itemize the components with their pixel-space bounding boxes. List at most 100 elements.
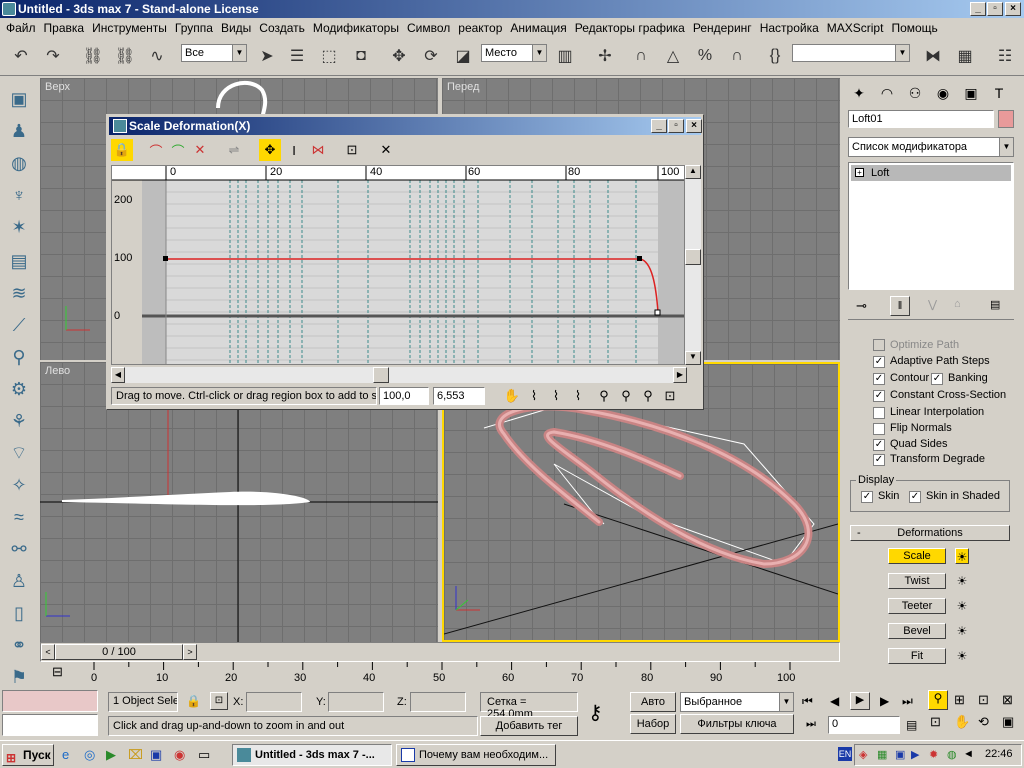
- play-icon[interactable]: ▶: [850, 692, 870, 710]
- taskbar-item-3dsmax[interactable]: Untitled - 3ds max 7 -...: [232, 744, 392, 766]
- zoom-region-icon[interactable]: ⊡: [659, 385, 681, 407]
- rotate-icon[interactable]: ⟳: [418, 43, 444, 69]
- display-x-axis-icon[interactable]: ⌒: [145, 139, 167, 161]
- zoom-vertical-icon[interactable]: ⚲: [615, 385, 637, 407]
- linear-interpolation-checkbox[interactable]: [873, 407, 885, 419]
- folder-icon[interactable]: ⌧: [128, 747, 143, 763]
- scroll-down-icon[interactable]: ▼: [685, 351, 701, 365]
- close-button[interactable]: ×: [1005, 2, 1021, 16]
- select-by-name-icon[interactable]: ☰: [284, 43, 310, 69]
- delete-control-point-icon[interactable]: ⊡: [341, 139, 363, 161]
- unlink-icon[interactable]: ⛓: [112, 43, 138, 69]
- spring-icon[interactable]: ≋: [6, 280, 32, 306]
- previous-frame-icon[interactable]: <: [41, 644, 55, 660]
- zoom-icon[interactable]: ⚲: [637, 385, 659, 407]
- deform-mesh-icon[interactable]: ✶: [6, 214, 32, 240]
- twist-deform-button[interactable]: Twist: [888, 573, 946, 589]
- menu-animation[interactable]: Анимация: [506, 21, 570, 35]
- wind-icon[interactable]: ⚘: [6, 408, 32, 434]
- set-key-icon[interactable]: ⚷: [588, 700, 603, 725]
- water-icon[interactable]: ≈: [6, 504, 32, 530]
- menu-graph-editors[interactable]: Редакторы графика: [571, 21, 689, 35]
- bevel-deform-button[interactable]: Bevel: [888, 623, 946, 639]
- point-y-field[interactable]: 6,553: [433, 387, 485, 405]
- zoom-horizontal-extents-icon[interactable]: ⌇: [545, 385, 567, 407]
- contour-checkbox[interactable]: ✓: [873, 373, 885, 385]
- add-time-tag-button[interactable]: Добавить тег: [480, 716, 578, 736]
- volume-icon[interactable]: ◄: [963, 748, 974, 760]
- maxscript-output-mini[interactable]: [2, 714, 98, 736]
- zoom-all-icon[interactable]: ⊞: [954, 692, 965, 708]
- zoom-extents-icon[interactable]: ⌇: [523, 385, 545, 407]
- arc-rotate-icon[interactable]: ⟲: [978, 714, 989, 730]
- named-selection-dropdown[interactable]: ▼: [792, 44, 910, 62]
- ragdoll-icon[interactable]: ♙: [6, 568, 32, 594]
- set-key-button[interactable]: Набор: [630, 714, 676, 734]
- quad-sides-checkbox[interactable]: ✓: [873, 439, 885, 451]
- link-icon[interactable]: ⛓: [80, 43, 106, 69]
- media-tray-icon[interactable]: ▶: [911, 748, 919, 761]
- menu-modifiers[interactable]: Модификаторы: [309, 21, 403, 35]
- display-xy-axes-icon[interactable]: ✕: [189, 139, 211, 161]
- motion-tab-icon[interactable]: ◉: [930, 80, 956, 106]
- menu-tools[interactable]: Инструменты: [88, 21, 171, 35]
- vertical-scrollbar[interactable]: ▲ ▼: [685, 165, 701, 365]
- transform-degrade-checkbox[interactable]: ✓: [873, 454, 885, 466]
- next-frame-icon[interactable]: >: [183, 644, 197, 660]
- network-icon[interactable]: ▦: [877, 748, 887, 761]
- previous-key-icon[interactable]: ◀: [830, 694, 839, 708]
- zoom-icon[interactable]: ⚲: [928, 690, 948, 710]
- outlook-icon[interactable]: ◎: [84, 747, 95, 763]
- scale-icon[interactable]: ◪: [450, 43, 476, 69]
- pan-hand-icon[interactable]: ✋: [954, 714, 970, 730]
- fit-deform-button[interactable]: Fit: [888, 648, 946, 664]
- banking-checkbox[interactable]: ✓: [931, 373, 943, 385]
- scale-control-point-icon[interactable]: I: [283, 139, 305, 161]
- menu-file[interactable]: Файл: [2, 21, 40, 35]
- go-to-end-icon[interactable]: ⏭: [902, 694, 913, 709]
- dashpot-icon[interactable]: ⟋: [6, 312, 32, 338]
- key-mode-icon[interactable]: ⏭: [806, 718, 816, 731]
- antivirus-icon[interactable]: ◈: [859, 748, 867, 761]
- time-configuration-icon[interactable]: ▤: [906, 718, 917, 732]
- layer-manager-icon[interactable]: ☷: [992, 43, 1018, 69]
- z-coord-field[interactable]: [410, 692, 466, 712]
- lock-selection-icon[interactable]: 🔒: [186, 694, 201, 708]
- maximize-viewport-icon[interactable]: ▣: [1002, 714, 1014, 730]
- maxscript-listener-mini[interactable]: [2, 690, 98, 712]
- media-player-icon[interactable]: ▶: [106, 747, 116, 763]
- show-end-result-icon[interactable]: ‖: [890, 296, 910, 316]
- rigid-body-icon[interactable]: ▣: [6, 86, 32, 112]
- time-slider[interactable]: < 0 / 100 >: [40, 642, 840, 662]
- lightbulb-icon[interactable]: ☀: [955, 598, 969, 614]
- dialog-close-button[interactable]: ×: [686, 119, 702, 133]
- lightbulb-icon[interactable]: ☀: [955, 573, 969, 589]
- point-x-field[interactable]: 100,0: [379, 387, 429, 405]
- softbody-icon[interactable]: ◍: [6, 150, 32, 176]
- toy-car-icon[interactable]: ⌔: [6, 440, 32, 466]
- edit-named-selection-icon[interactable]: {}: [762, 43, 788, 69]
- curve-graph-area[interactable]: 0 20 40 60 80 100 200 100 0: [111, 165, 685, 365]
- window-crossing-icon[interactable]: ◘: [348, 43, 374, 69]
- opera-icon[interactable]: ◉: [174, 747, 185, 763]
- menu-group[interactable]: Группа: [171, 21, 217, 35]
- insert-corner-point-icon[interactable]: ⋈: [307, 139, 329, 161]
- zoom-extents-icon[interactable]: ⊡: [978, 692, 989, 708]
- scroll-thumb[interactable]: [685, 249, 701, 265]
- align-icon[interactable]: ▦: [952, 43, 978, 69]
- teeter-deform-button[interactable]: Teeter: [888, 598, 946, 614]
- menu-views[interactable]: Виды: [217, 21, 255, 35]
- pan-hand-icon[interactable]: ✋: [501, 385, 523, 407]
- x-coord-field[interactable]: [246, 692, 302, 712]
- expand-icon[interactable]: +: [855, 168, 864, 177]
- deformations-rollout-header[interactable]: - Deformations: [850, 525, 1010, 541]
- zoom-vertical-extents-icon[interactable]: ⌇: [567, 385, 589, 407]
- modifier-list-dropdown[interactable]: Список модификатора ▼: [848, 137, 1014, 157]
- percent-snap-icon[interactable]: %: [692, 43, 718, 69]
- maximize-button[interactable]: ▫: [987, 2, 1003, 16]
- object-name-field[interactable]: Loft01: [848, 110, 994, 128]
- menu-customize[interactable]: Настройка: [756, 21, 823, 35]
- bug-tray-icon[interactable]: ✹: [929, 748, 938, 761]
- move-control-point-icon[interactable]: ✥: [259, 139, 281, 161]
- lightbulb-icon[interactable]: ☀: [955, 648, 969, 664]
